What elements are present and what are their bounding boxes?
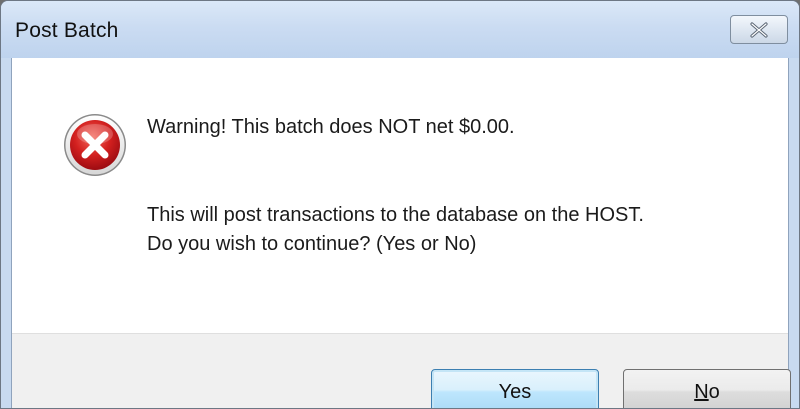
yes-button[interactable]: Yes bbox=[431, 369, 599, 408]
close-icon bbox=[750, 21, 768, 38]
dialog-content: Warning! This batch does NOT net $0.00. … bbox=[11, 58, 791, 408]
dialog-title: Post Batch bbox=[15, 19, 119, 42]
warning-message: Warning! This batch does NOT net $0.00. bbox=[147, 116, 515, 138]
error-icon bbox=[64, 114, 126, 176]
detail-message-line: This will post transactions to the datab… bbox=[147, 204, 644, 226]
question-message-line: Do you wish to continue? (Yes or No) bbox=[147, 233, 477, 255]
no-button[interactable]: No bbox=[623, 369, 791, 408]
yes-button-label: Yes bbox=[498, 380, 532, 403]
title-bar[interactable]: Post Batch bbox=[1, 1, 799, 58]
button-bar: Yes No bbox=[12, 333, 791, 408]
close-button[interactable] bbox=[730, 15, 788, 44]
dialog-window: Post Batch Warning! This batch does NOT … bbox=[0, 0, 800, 409]
no-button-accelerator: N bbox=[694, 380, 709, 403]
no-button-label: o bbox=[708, 380, 720, 403]
